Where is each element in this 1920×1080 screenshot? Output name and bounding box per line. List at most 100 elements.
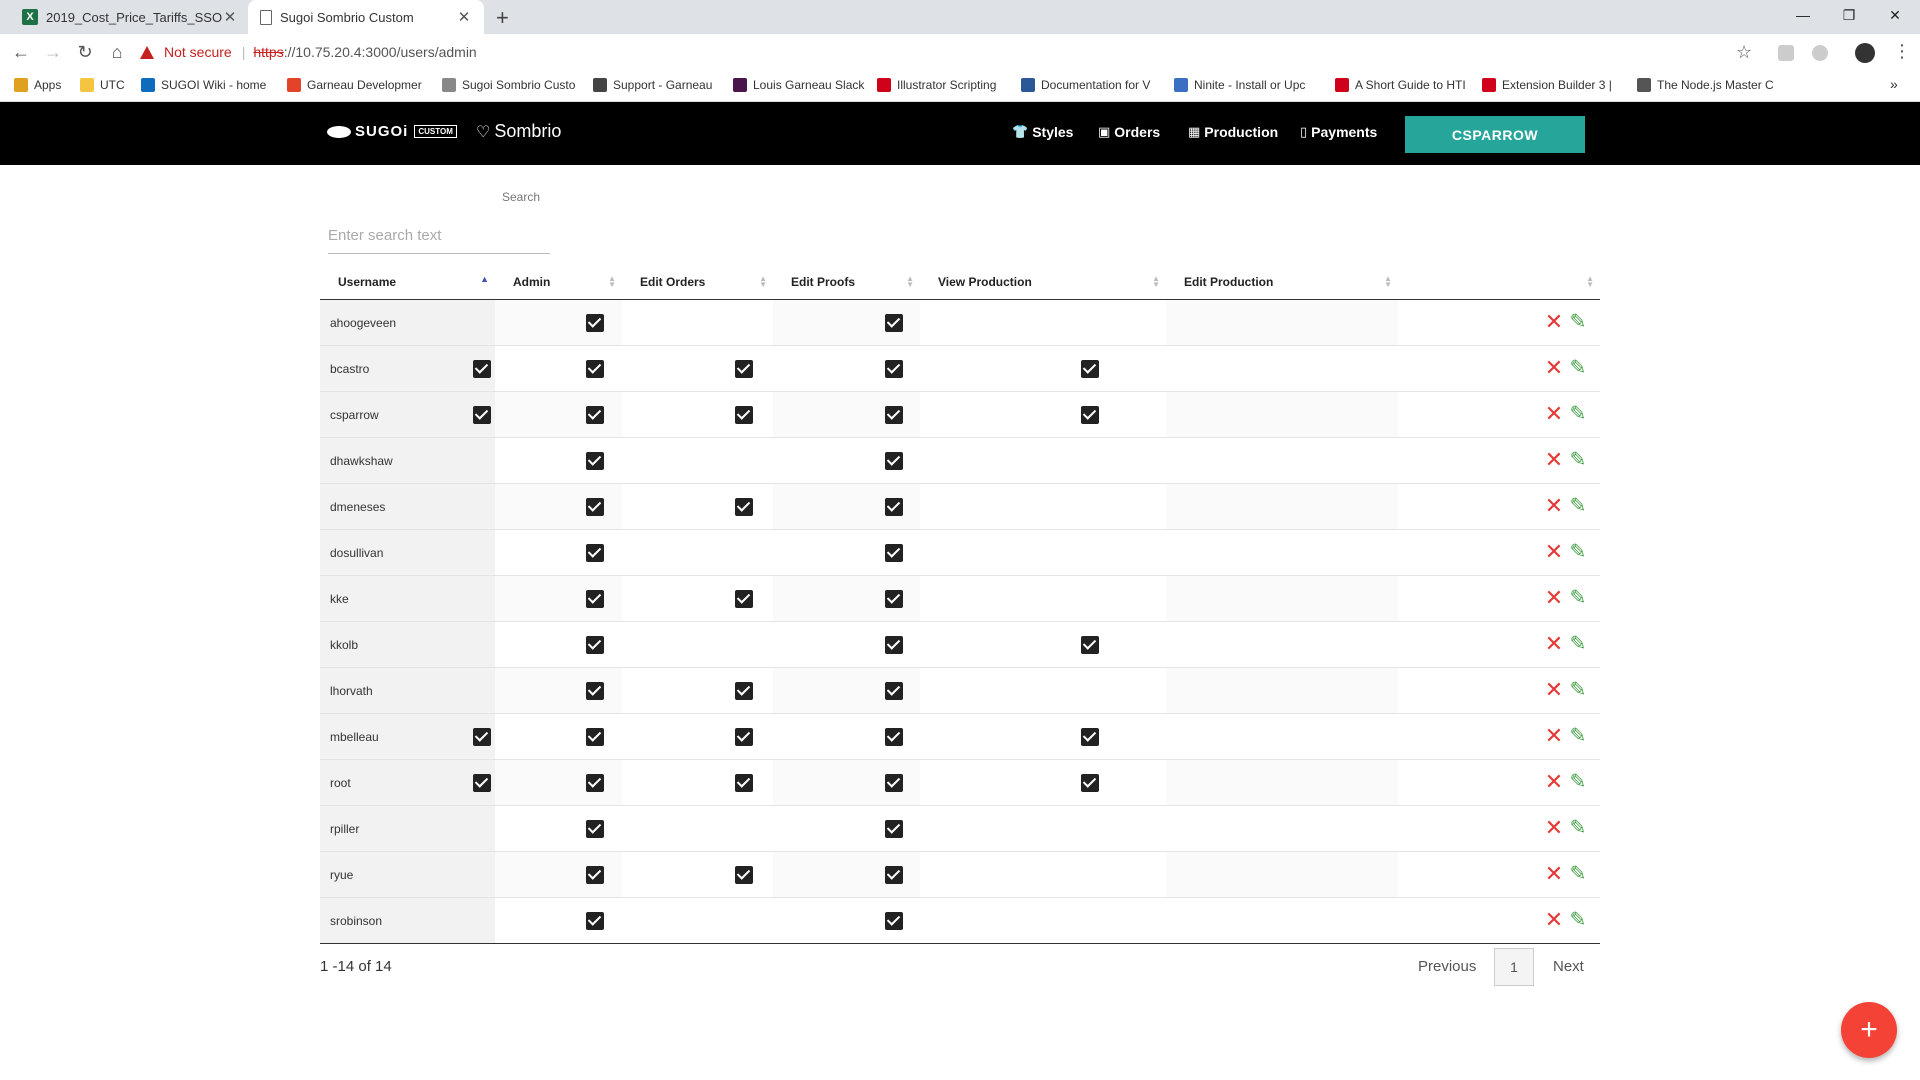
checked-checkbox-icon[interactable]	[885, 406, 903, 424]
column-header-admin[interactable]: Admin ▲ ▼	[495, 264, 622, 300]
checked-checkbox-icon[interactable]	[586, 360, 604, 378]
bookmark-item[interactable]: Ninite - Install or Upc	[1174, 78, 1305, 92]
checked-checkbox-icon[interactable]	[885, 452, 903, 470]
nav-payments[interactable]: ▯ Payments	[1300, 124, 1377, 140]
close-icon[interactable]: ✕	[222, 8, 238, 26]
menu-icon[interactable]: ⋮	[1893, 41, 1911, 62]
delete-user-icon[interactable]: ✕	[1544, 449, 1564, 471]
checked-checkbox-icon[interactable]	[586, 820, 604, 838]
restore-icon[interactable]: ❐	[1826, 0, 1872, 30]
bookmark-item[interactable]: Louis Garneau Slack	[733, 78, 864, 92]
column-header-edit-proofs[interactable]: Edit Proofs ▲ ▼	[773, 264, 920, 300]
bookmark-item[interactable]: Sugoi Sombrio Custo	[442, 78, 575, 92]
delete-user-icon[interactable]: ✕	[1544, 863, 1564, 885]
bookmark-item[interactable]: The Node.js Master C	[1637, 78, 1774, 92]
checked-checkbox-icon[interactable]	[735, 498, 753, 516]
edit-user-icon[interactable]: ✎	[1568, 864, 1588, 884]
delete-user-icon[interactable]: ✕	[1544, 633, 1564, 655]
checked-checkbox-icon[interactable]	[586, 866, 604, 884]
edit-user-icon[interactable]: ✎	[1568, 588, 1588, 608]
current-page-button[interactable]: 1	[1494, 948, 1534, 986]
close-icon[interactable]: ✕	[456, 8, 472, 26]
checked-checkbox-icon[interactable]	[885, 774, 903, 792]
checked-checkbox-icon[interactable]	[885, 682, 903, 700]
sort-icon[interactable]: ▲	[480, 275, 489, 284]
checked-checkbox-icon[interactable]	[586, 498, 604, 516]
checked-checkbox-icon[interactable]	[586, 452, 604, 470]
next-page-button[interactable]: Next	[1553, 958, 1584, 975]
edit-user-icon[interactable]: ✎	[1568, 772, 1588, 792]
checked-checkbox-icon[interactable]	[586, 590, 604, 608]
profile-avatar-icon[interactable]	[1855, 43, 1875, 63]
sort-icon[interactable]: ▲ ▼	[1586, 275, 1594, 289]
delete-user-icon[interactable]: ✕	[1544, 817, 1564, 839]
checked-checkbox-icon[interactable]	[885, 728, 903, 746]
edit-user-icon[interactable]: ✎	[1568, 312, 1588, 332]
checked-checkbox-icon[interactable]	[473, 360, 491, 378]
tab-sugoi-sombrio[interactable]: Sugoi Sombrio Custom ✕	[248, 0, 484, 34]
forward-icon[interactable]: →	[40, 40, 66, 64]
sort-icon[interactable]: ▲ ▼	[608, 275, 616, 289]
edit-user-icon[interactable]: ✎	[1568, 818, 1588, 838]
checked-checkbox-icon[interactable]	[885, 636, 903, 654]
column-header-edit-orders[interactable]: Edit Orders ▲ ▼	[622, 264, 773, 300]
back-icon[interactable]: ←	[8, 40, 34, 64]
delete-user-icon[interactable]: ✕	[1544, 495, 1564, 517]
bookmark-item[interactable]: A Short Guide to HTI	[1335, 78, 1466, 92]
checked-checkbox-icon[interactable]	[586, 682, 604, 700]
column-header-view-production[interactable]: View Production ▲ ▼	[920, 264, 1166, 300]
delete-user-icon[interactable]: ✕	[1544, 771, 1564, 793]
bookmark-item[interactable]: Illustrator Scripting	[877, 78, 996, 92]
previous-page-button[interactable]: Previous	[1418, 958, 1476, 975]
extension-icon[interactable]	[1812, 45, 1828, 61]
checked-checkbox-icon[interactable]	[735, 406, 753, 424]
edit-user-icon[interactable]: ✎	[1568, 910, 1588, 930]
delete-user-icon[interactable]: ✕	[1544, 909, 1564, 931]
home-icon[interactable]: ⌂	[104, 40, 130, 64]
edit-user-icon[interactable]: ✎	[1568, 726, 1588, 746]
bookmark-item[interactable]: Extension Builder 3 |	[1482, 78, 1612, 92]
column-header-edit-production[interactable]: Edit Production ▲ ▼	[1166, 264, 1398, 300]
checked-checkbox-icon[interactable]	[473, 728, 491, 746]
sort-icon[interactable]: ▲ ▼	[1384, 275, 1392, 289]
checked-checkbox-icon[interactable]	[885, 314, 903, 332]
bookmarks-overflow-icon[interactable]: »	[1890, 76, 1898, 92]
checked-checkbox-icon[interactable]	[885, 544, 903, 562]
nav-orders[interactable]: ▣ Orders	[1098, 124, 1160, 140]
column-header-username[interactable]: Username ▲	[320, 264, 495, 300]
window-close-icon[interactable]: ✕	[1872, 0, 1918, 30]
checked-checkbox-icon[interactable]	[586, 912, 604, 930]
checked-checkbox-icon[interactable]	[1081, 406, 1099, 424]
checked-checkbox-icon[interactable]	[586, 406, 604, 424]
minimize-icon[interactable]: —	[1780, 0, 1826, 30]
edit-user-icon[interactable]: ✎	[1568, 450, 1588, 470]
checked-checkbox-icon[interactable]	[1081, 728, 1099, 746]
checked-checkbox-icon[interactable]	[735, 774, 753, 792]
sort-icon[interactable]: ▲ ▼	[1152, 275, 1160, 289]
nav-production[interactable]: ▦ Production	[1188, 124, 1278, 140]
checked-checkbox-icon[interactable]	[1081, 774, 1099, 792]
edit-user-icon[interactable]: ✎	[1568, 542, 1588, 562]
checked-checkbox-icon[interactable]	[885, 866, 903, 884]
checked-checkbox-icon[interactable]	[586, 636, 604, 654]
checked-checkbox-icon[interactable]	[885, 820, 903, 838]
bookmark-item[interactable]: Garneau Developmer	[287, 78, 422, 92]
edit-user-icon[interactable]: ✎	[1568, 404, 1588, 424]
checked-checkbox-icon[interactable]	[735, 590, 753, 608]
edit-user-icon[interactable]: ✎	[1568, 680, 1588, 700]
bookmark-item[interactable]: Apps	[14, 78, 61, 92]
reload-icon[interactable]: ↻	[72, 40, 98, 64]
checked-checkbox-icon[interactable]	[586, 314, 604, 332]
url-bar[interactable]: Not secure | https ://10.75.20.4:3000/us…	[140, 38, 1750, 66]
checked-checkbox-icon[interactable]	[885, 590, 903, 608]
checked-checkbox-icon[interactable]	[586, 774, 604, 792]
checked-checkbox-icon[interactable]	[473, 406, 491, 424]
delete-user-icon[interactable]: ✕	[1544, 357, 1564, 379]
bookmark-item[interactable]: Support - Garneau	[593, 78, 712, 92]
delete-user-icon[interactable]: ✕	[1544, 403, 1564, 425]
add-user-button[interactable]: +	[1841, 1002, 1897, 1058]
nav-styles[interactable]: 👕 Styles	[1012, 124, 1073, 140]
user-account-button[interactable]: CSPARROW	[1405, 116, 1585, 153]
checked-checkbox-icon[interactable]	[885, 912, 903, 930]
bookmark-item[interactable]: UTC	[80, 78, 125, 92]
